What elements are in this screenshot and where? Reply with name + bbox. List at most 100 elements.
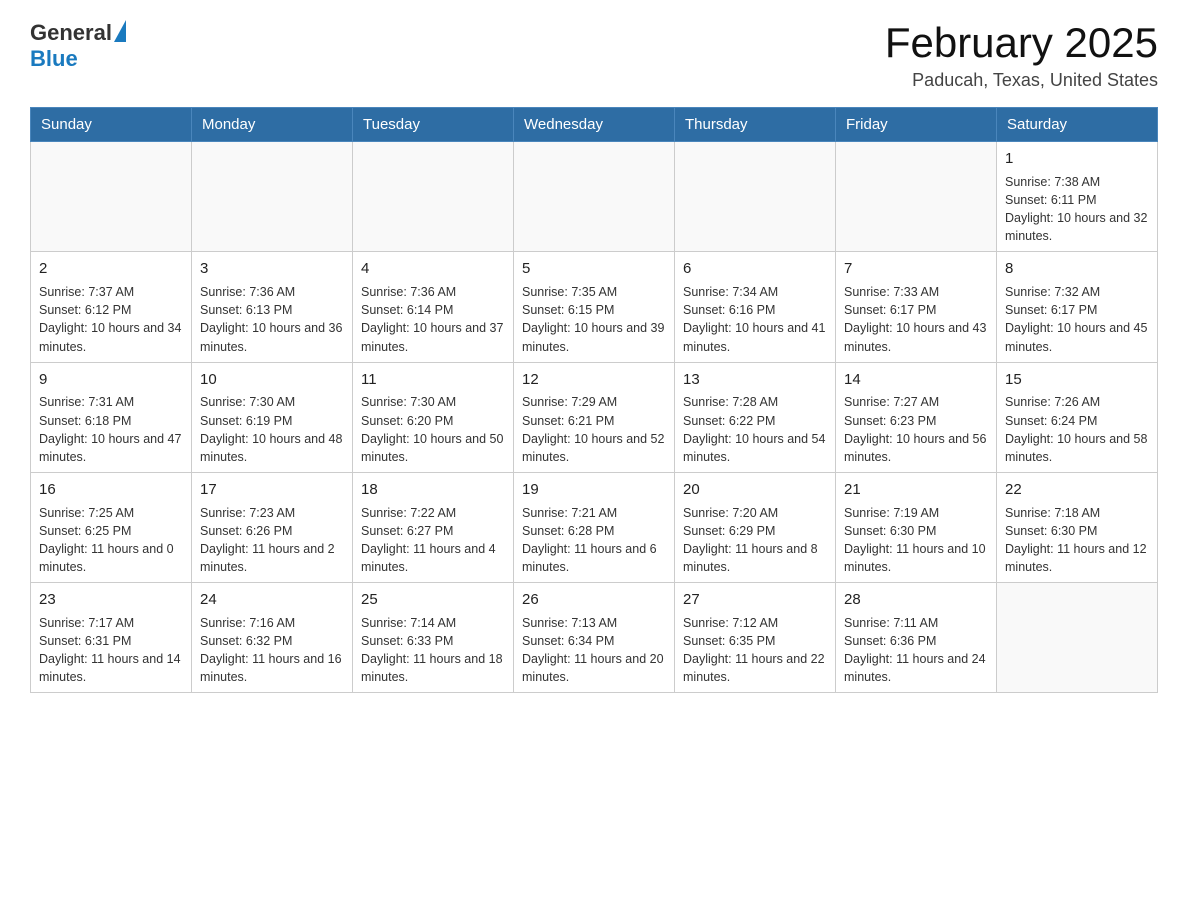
sunrise-text: Sunrise: 7:11 AM — [844, 614, 988, 632]
sunrise-text: Sunrise: 7:36 AM — [200, 283, 344, 301]
day-number: 13 — [683, 369, 827, 391]
daylight-text: Daylight: 11 hours and 2 minutes. — [200, 540, 344, 576]
calendar-week-row: 23Sunrise: 7:17 AMSunset: 6:31 PMDayligh… — [31, 583, 1158, 693]
sunrise-text: Sunrise: 7:32 AM — [1005, 283, 1149, 301]
sunset-text: Sunset: 6:22 PM — [683, 412, 827, 430]
sunrise-text: Sunrise: 7:30 AM — [361, 393, 505, 411]
calendar-cell — [675, 142, 836, 252]
sunset-text: Sunset: 6:17 PM — [844, 301, 988, 319]
sunrise-text: Sunrise: 7:12 AM — [683, 614, 827, 632]
calendar-cell: 26Sunrise: 7:13 AMSunset: 6:34 PMDayligh… — [514, 583, 675, 693]
daylight-text: Daylight: 10 hours and 45 minutes. — [1005, 319, 1149, 355]
day-number: 7 — [844, 258, 988, 280]
calendar-cell — [31, 142, 192, 252]
calendar-cell: 20Sunrise: 7:20 AMSunset: 6:29 PMDayligh… — [675, 472, 836, 582]
sunset-text: Sunset: 6:34 PM — [522, 632, 666, 650]
day-number: 10 — [200, 369, 344, 391]
sunset-text: Sunset: 6:12 PM — [39, 301, 183, 319]
calendar-cell: 6 Sunrise: 7:34 AMSunset: 6:16 PMDaylight… — [675, 252, 836, 362]
calendar-week-row: 2Sunrise: 7:37 AMSunset: 6:12 PMDaylight… — [31, 252, 1158, 362]
daylight-text: Daylight: 11 hours and 12 minutes. — [1005, 540, 1149, 576]
day-number: 19 — [522, 479, 666, 501]
calendar-cell — [997, 583, 1158, 693]
calendar-cell: 7Sunrise: 7:33 AMSunset: 6:17 PMDaylight… — [836, 252, 997, 362]
sunrise-text: Sunrise: 7:38 AM — [1005, 173, 1149, 191]
daylight-text: Daylight: 11 hours and 8 minutes. — [683, 540, 827, 576]
calendar-week-row: 9Sunrise: 7:31 AMSunset: 6:18 PMDaylight… — [31, 362, 1158, 472]
sunset-text: Sunset: 6:13 PM — [200, 301, 344, 319]
logo-triangle-icon — [114, 20, 126, 42]
calendar-cell: 17Sunrise: 7:23 AMSunset: 6:26 PMDayligh… — [192, 472, 353, 582]
calendar-cell: 25Sunrise: 7:14 AMSunset: 6:33 PMDayligh… — [353, 583, 514, 693]
sunset-text: Sunset: 6:31 PM — [39, 632, 183, 650]
sunrise-text: Sunrise: 7:22 AM — [361, 504, 505, 522]
day-number: 17 — [200, 479, 344, 501]
daylight-text: Daylight: 11 hours and 20 minutes. — [522, 650, 666, 686]
col-sunday: Sunday — [31, 108, 192, 142]
calendar-cell: 15Sunrise: 7:26 AMSunset: 6:24 PMDayligh… — [997, 362, 1158, 472]
day-number: 26 — [522, 589, 666, 611]
col-monday: Monday — [192, 108, 353, 142]
col-thursday: Thursday — [675, 108, 836, 142]
calendar-cell: 4Sunrise: 7:36 AMSunset: 6:14 PMDaylight… — [353, 252, 514, 362]
daylight-text: Daylight: 11 hours and 18 minutes. — [361, 650, 505, 686]
daylight-text: Daylight: 10 hours and 58 minutes. — [1005, 430, 1149, 466]
daylight-text: Daylight: 11 hours and 4 minutes. — [361, 540, 505, 576]
sunrise-text: Sunrise: 7:25 AM — [39, 504, 183, 522]
day-number: 16 — [39, 479, 183, 501]
sunrise-text: Sunrise: 7:28 AM — [683, 393, 827, 411]
sunset-text: Sunset: 6:24 PM — [1005, 412, 1149, 430]
sunset-text: Sunset: 6:16 PM — [683, 301, 827, 319]
logo-general-text: General — [30, 20, 112, 46]
daylight-text: Daylight: 10 hours and 34 minutes. — [39, 319, 183, 355]
calendar-cell — [514, 142, 675, 252]
sunrise-text: Sunrise: 7:18 AM — [1005, 504, 1149, 522]
daylight-text: Daylight: 11 hours and 6 minutes. — [522, 540, 666, 576]
daylight-text: Daylight: 11 hours and 24 minutes. — [844, 650, 988, 686]
location-subtitle: Paducah, Texas, United States — [885, 70, 1158, 91]
daylight-text: Daylight: 11 hours and 22 minutes. — [683, 650, 827, 686]
sunset-text: Sunset: 6:36 PM — [844, 632, 988, 650]
day-number: 21 — [844, 479, 988, 501]
col-saturday: Saturday — [997, 108, 1158, 142]
daylight-text: Daylight: 10 hours and 50 minutes. — [361, 430, 505, 466]
daylight-text: Daylight: 10 hours and 48 minutes. — [200, 430, 344, 466]
day-number: 2 — [39, 258, 183, 280]
daylight-text: Daylight: 10 hours and 41 minutes. — [683, 319, 827, 355]
sunset-text: Sunset: 6:27 PM — [361, 522, 505, 540]
month-title: February 2025 — [885, 20, 1158, 66]
calendar-cell: 19Sunrise: 7:21 AMSunset: 6:28 PMDayligh… — [514, 472, 675, 582]
day-number: 9 — [39, 369, 183, 391]
calendar-cell: 23Sunrise: 7:17 AMSunset: 6:31 PMDayligh… — [31, 583, 192, 693]
sunset-text: Sunset: 6:17 PM — [1005, 301, 1149, 319]
calendar-week-row: 1Sunrise: 7:38 AMSunset: 6:11 PMDaylight… — [31, 142, 1158, 252]
sunrise-text: Sunrise: 7:31 AM — [39, 393, 183, 411]
daylight-text: Daylight: 10 hours and 37 minutes. — [361, 319, 505, 355]
sunrise-text: Sunrise: 7:30 AM — [200, 393, 344, 411]
calendar-cell — [192, 142, 353, 252]
logo-blue-text: Blue — [30, 46, 126, 72]
calendar-cell: 3Sunrise: 7:36 AMSunset: 6:13 PMDaylight… — [192, 252, 353, 362]
day-number: 6 — [683, 258, 827, 280]
day-number: 1 — [1005, 148, 1149, 170]
page-header: General Blue February 2025 Paducah, Texa… — [30, 20, 1158, 91]
day-number: 3 — [200, 258, 344, 280]
col-wednesday: Wednesday — [514, 108, 675, 142]
calendar-cell: 24Sunrise: 7:16 AMSunset: 6:32 PMDayligh… — [192, 583, 353, 693]
day-number: 23 — [39, 589, 183, 611]
day-number: 8 — [1005, 258, 1149, 280]
calendar-cell: 14Sunrise: 7:27 AMSunset: 6:23 PMDayligh… — [836, 362, 997, 472]
daylight-text: Daylight: 10 hours and 32 minutes. — [1005, 209, 1149, 245]
sunset-text: Sunset: 6:20 PM — [361, 412, 505, 430]
sunrise-text: Sunrise: 7:14 AM — [361, 614, 505, 632]
calendar-cell: 16Sunrise: 7:25 AMSunset: 6:25 PMDayligh… — [31, 472, 192, 582]
calendar-cell: 22Sunrise: 7:18 AMSunset: 6:30 PMDayligh… — [997, 472, 1158, 582]
day-number: 18 — [361, 479, 505, 501]
sunrise-text: Sunrise: 7:34 AM — [683, 283, 827, 301]
calendar-cell: 2Sunrise: 7:37 AMSunset: 6:12 PMDaylight… — [31, 252, 192, 362]
sunrise-text: Sunrise: 7:36 AM — [361, 283, 505, 301]
sunset-text: Sunset: 6:26 PM — [200, 522, 344, 540]
day-number: 11 — [361, 369, 505, 391]
calendar-table: Sunday Monday Tuesday Wednesday Thursday… — [30, 107, 1158, 693]
day-number: 27 — [683, 589, 827, 611]
